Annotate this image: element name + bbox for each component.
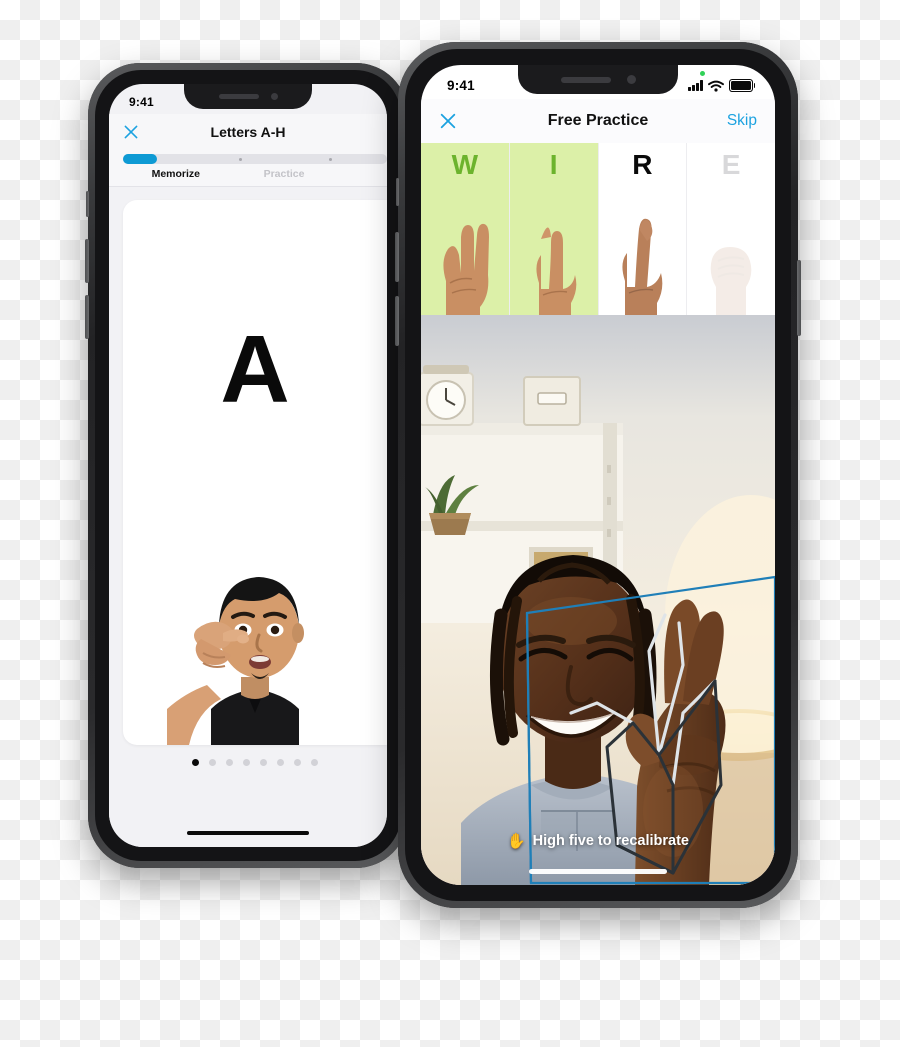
earpiece-speaker <box>218 94 259 99</box>
volume-up-button[interactable] <box>395 232 399 282</box>
status-clock: 9:41 <box>447 78 475 93</box>
segment-tabs: Memorize Practice <box>109 168 387 180</box>
notch <box>518 65 678 94</box>
page-dots <box>123 759 387 766</box>
home-indicator[interactable] <box>529 869 667 874</box>
notch <box>184 84 312 109</box>
recalibrate-hint-text: High five to recalibrate <box>532 833 689 849</box>
volume-down-button[interactable] <box>395 296 399 346</box>
flashcard-letter: A <box>220 316 290 423</box>
page-dot[interactable] <box>209 759 216 766</box>
letter-progress-strip: W I R E <box>421 143 775 315</box>
letter-cell-r[interactable]: R <box>598 143 688 315</box>
recalibrate-hint: ✋ High five to recalibrate <box>421 833 775 849</box>
page-title: Letters A-H <box>210 124 286 140</box>
close-x-icon[interactable] <box>439 112 457 130</box>
front-camera-icon <box>626 75 636 84</box>
raised-hand-icon: ✋ <box>506 832 526 850</box>
progress-track <box>123 154 387 164</box>
home-indicator[interactable] <box>187 831 309 835</box>
page-dot[interactable] <box>311 759 318 766</box>
progress-marker <box>328 158 332 161</box>
power-button[interactable] <box>797 260 801 336</box>
volume-down-button[interactable] <box>85 295 89 339</box>
sign-demo-photo <box>167 513 343 745</box>
flashcard-area: A <box>109 187 387 847</box>
tab-memorize[interactable]: Memorize <box>123 168 229 180</box>
skip-button[interactable]: Skip <box>727 112 757 130</box>
status-icons <box>688 71 756 92</box>
letter-cell-i[interactable]: I <box>509 143 599 315</box>
page-dot[interactable] <box>192 759 199 766</box>
page-dot[interactable] <box>294 759 301 766</box>
progress-fill <box>123 154 157 164</box>
letter-cell-w[interactable]: W <box>421 143 510 315</box>
phone-right: 9:41 Free Practice Skip W I R E ✋ High f… <box>395 42 801 908</box>
page-dot[interactable] <box>226 759 233 766</box>
mute-switch[interactable] <box>86 191 89 217</box>
green-recording-dot <box>700 71 705 76</box>
camera-preview[interactable]: ✋ High five to recalibrate <box>421 315 775 885</box>
status-clock: 9:41 <box>129 95 154 109</box>
flashcard[interactable]: A <box>123 200 387 745</box>
hand-sign-e-icon <box>710 247 752 315</box>
nav-bar: Letters A-H <box>109 114 387 150</box>
left-phone-screen: 9:41 Letters A-H Memorize Practice A <box>109 84 387 847</box>
mute-switch[interactable] <box>396 178 399 206</box>
letter-cell-label: I <box>549 149 558 180</box>
earpiece-speaker <box>560 76 611 83</box>
progress-marker <box>239 158 243 161</box>
lesson-progress: Memorize Practice <box>109 150 387 186</box>
page-title: Free Practice <box>547 112 649 129</box>
front-camera-icon <box>270 93 278 100</box>
page-dot[interactable] <box>243 759 250 766</box>
letter-cell-label: E <box>721 149 741 180</box>
letter-cell-label: W <box>451 149 479 180</box>
wifi-icon <box>708 80 724 92</box>
hand-sign-r-icon <box>622 218 663 315</box>
close-x-icon[interactable] <box>123 124 139 140</box>
volume-up-button[interactable] <box>85 239 89 283</box>
page-dot[interactable] <box>277 759 284 766</box>
hand-sign-i-icon <box>536 227 576 315</box>
hand-sign-w-icon <box>443 223 489 315</box>
battery-full-icon <box>729 79 756 92</box>
page-dot[interactable] <box>260 759 267 766</box>
right-phone-screen: 9:41 Free Practice Skip W I R E ✋ High f… <box>421 65 775 885</box>
cellular-signal-icon <box>688 80 703 91</box>
phone-left: 9:41 Letters A-H Memorize Practice A <box>85 63 411 868</box>
nav-bar: Free Practice Skip <box>421 99 775 143</box>
letter-cell-e[interactable]: E <box>687 143 775 315</box>
camera-scene <box>421 315 775 885</box>
tab-practice[interactable]: Practice <box>229 168 340 180</box>
letter-cell-label: R <box>632 149 653 180</box>
